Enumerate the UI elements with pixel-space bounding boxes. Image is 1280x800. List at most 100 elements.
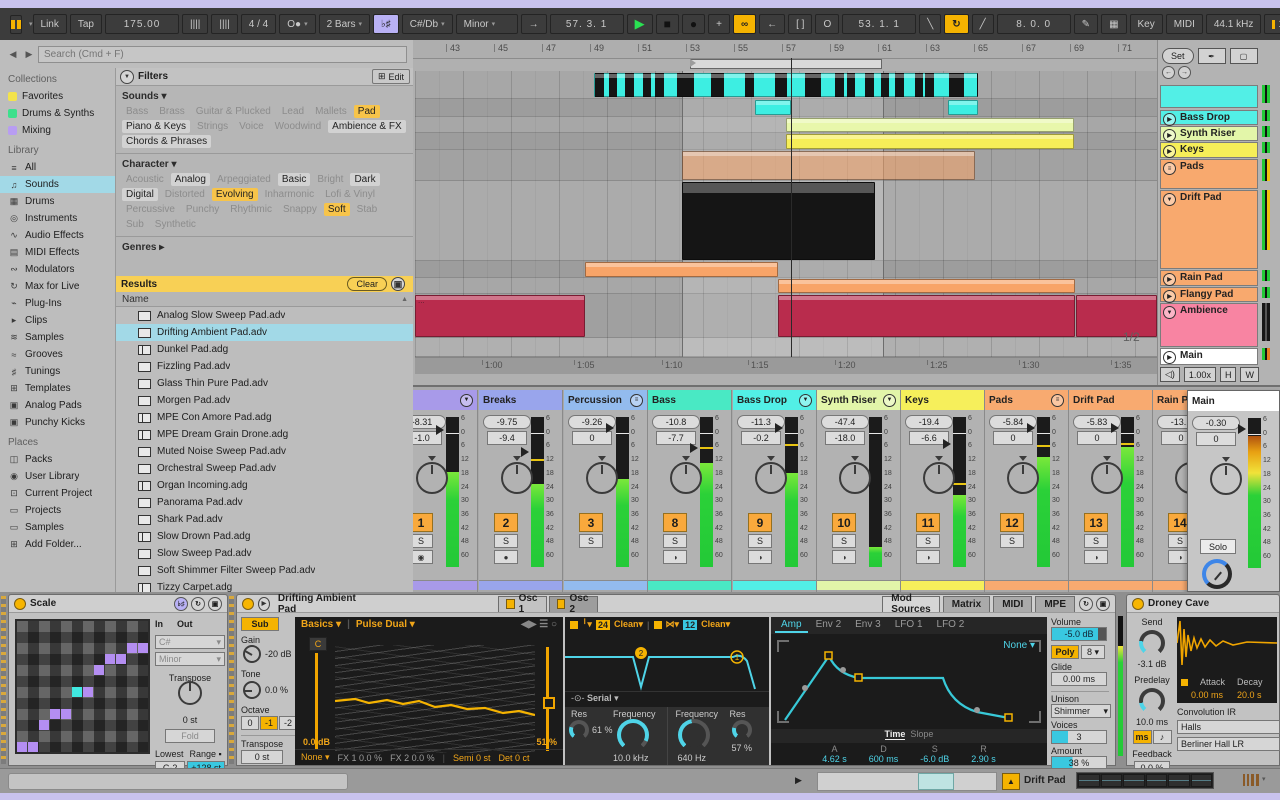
octave-button[interactable]: -1 (260, 716, 278, 730)
track-number-badge[interactable]: 2 (494, 513, 518, 532)
monitor-button[interactable]: ◑ (832, 550, 856, 564)
pan-knob[interactable] (923, 456, 955, 494)
device-fold-icon[interactable]: ▶ (258, 596, 270, 611)
filter-tag[interactable]: Sub (122, 218, 148, 231)
pencil-automation-icon[interactable]: ✒ (1197, 48, 1226, 64)
volume-handle[interactable] (775, 423, 783, 433)
time-ruler[interactable]: 1:00 1:05 1:10 1:15 1:20 1:25 1:30 1:35 (415, 357, 1157, 374)
adsr-field[interactable]: A 4.62 s (822, 744, 847, 765)
track-fold-icon[interactable]: ▼ (883, 393, 896, 407)
volume-handle[interactable] (1111, 423, 1119, 433)
solo-button[interactable]: S (1000, 534, 1024, 548)
sidebar-item-library[interactable]: ≈ Grooves (0, 346, 115, 363)
volume-handle[interactable] (1238, 424, 1246, 434)
octave-button[interactable]: 0 (241, 716, 259, 730)
browser-file-row[interactable]: Soft Shimmer Filter Sweep Pad.adv (116, 562, 414, 579)
osc-fx1-value[interactable]: FX 1 0.0 % (338, 753, 383, 763)
clip[interactable] (755, 100, 791, 115)
scale-root-menu[interactable]: C#/Db ▾ (401, 14, 453, 34)
volume-field[interactable]: 0 (993, 431, 1033, 445)
sidebar-item-place[interactable]: ⊡ Current Project (0, 485, 115, 502)
sidebar-item-library[interactable]: ⌁ Plug-Ins (0, 295, 115, 312)
filter-tag[interactable]: Dark (350, 173, 380, 186)
sounds-filter-group-title[interactable]: Sounds ▾ (116, 86, 414, 104)
sidebar-item-collection[interactable]: Mixing (0, 122, 115, 139)
clip[interactable] (682, 151, 975, 180)
adsr-field[interactable]: S -6.0 dB (920, 744, 949, 765)
sidebar-item-library[interactable]: ▣ Punchy Kicks (0, 414, 115, 431)
play-button[interactable]: ▶ (626, 14, 653, 34)
filter-tag[interactable]: Lofi & Vinyl (321, 188, 379, 201)
scale-grid-cell[interactable] (39, 720, 49, 730)
mixer-track-header[interactable]: Breaks (479, 390, 562, 410)
device-on-toggle[interactable] (242, 597, 254, 610)
filter-tag[interactable]: Digital (122, 188, 158, 201)
pan-knob[interactable] (416, 456, 448, 494)
draw-mode-button[interactable]: ✎ (1073, 14, 1099, 34)
volume-field[interactable]: 0 (572, 431, 612, 445)
sub-osc-toggle[interactable]: Sub (241, 617, 279, 631)
peak-level-display[interactable]: -0.30 (1192, 416, 1240, 430)
sort-ascending-icon[interactable]: ▲ (401, 296, 408, 303)
crossfade-assign-strip[interactable] (901, 580, 984, 590)
adsr-field[interactable]: D 600 ms (869, 744, 899, 765)
filter2-enable-checkbox[interactable] (653, 620, 662, 629)
browser-file-row[interactable]: MPE Con Amore Pad.adg (116, 409, 414, 426)
prev-marker-icon[interactable]: ← (1162, 66, 1175, 79)
mixer-track-header[interactable]: Keys (901, 390, 984, 410)
browser-file-row[interactable]: Glass Thin Pure Pad.adv (116, 375, 414, 392)
env-tab[interactable]: Env 3 (849, 618, 887, 633)
filter2-freq-value[interactable]: 640 Hz (678, 753, 707, 763)
filter2-mode-menu[interactable]: Clean▾ (701, 619, 730, 630)
solo-button[interactable]: Solo (1200, 539, 1236, 554)
track-header[interactable]: ▶ Synth Riser (1160, 126, 1258, 142)
hot-swap-icon[interactable]: ↻ (191, 596, 205, 611)
mixer-track-header[interactable]: Synth Riser ▼ (817, 390, 900, 410)
pan-knob[interactable] (1007, 456, 1039, 494)
device-on-toggle[interactable] (14, 597, 26, 610)
osc-enable-checkbox[interactable] (557, 599, 566, 609)
chain-select-up-icon[interactable]: ▲ (1002, 773, 1020, 790)
filter-tag[interactable]: Bass (122, 105, 152, 118)
save-search-icon[interactable]: ▣ (391, 277, 405, 291)
device-chain-thumbnails[interactable] (1076, 772, 1214, 789)
scale-grid-cell[interactable] (94, 665, 104, 675)
browser-file-row[interactable]: Panorama Pad.adv (116, 494, 414, 511)
volume-handle[interactable] (943, 439, 951, 449)
filter-tag[interactable]: Distorted (161, 188, 209, 201)
search-input[interactable] (38, 45, 407, 63)
scale-name-menu[interactable]: Minor ▾ (455, 14, 518, 34)
crossfade-assign-strip[interactable] (817, 580, 900, 590)
record-button[interactable]: ● (681, 14, 706, 34)
sidebar-item-library[interactable]: ▸ Clips (0, 312, 115, 329)
wavetable-name-menu[interactable]: Pulse Dual ▾ (356, 619, 415, 630)
gain-value[interactable]: -20 dB (265, 649, 292, 659)
loop-button[interactable]: ↻ (944, 14, 969, 34)
filter-tag[interactable]: Arpeggiated (213, 173, 275, 186)
transpose-field[interactable]: 0 st (241, 750, 283, 764)
filter1-slope-badge[interactable]: 24 (595, 619, 610, 630)
track-lane[interactable] (415, 338, 1157, 357)
scale-grid-cell[interactable] (61, 709, 71, 719)
mod-page-tab[interactable]: MPE (1035, 595, 1075, 612)
filter-tag[interactable]: Bright (313, 173, 347, 186)
track-number-badge[interactable]: 12 (1000, 513, 1024, 532)
voices-field[interactable]: 3 (1051, 730, 1107, 744)
track-header[interactable] (1160, 85, 1258, 108)
browser-file-row[interactable]: MPE Dream Grain Drone.adg (116, 426, 414, 443)
filter1-enable-checkbox[interactable] (570, 620, 578, 629)
filter-tag[interactable]: Piano & Keys (122, 120, 191, 133)
osc-tab[interactable]: Osc 2 (549, 593, 599, 615)
filter1-res-value[interactable]: 61 % (592, 725, 613, 735)
filter1-mode-menu[interactable]: Clean▾ (614, 619, 643, 630)
sidebar-item-library[interactable]: ♯ Tunings (0, 363, 115, 380)
punch-out-button[interactable]: ╱ (971, 14, 994, 34)
filter-tag[interactable]: Pad (353, 105, 380, 118)
osc-effect-mode-menu[interactable]: None ▾ (301, 752, 330, 763)
env-mod-target-menu[interactable]: None ▾ (1003, 640, 1035, 651)
sub-note-display[interactable]: C (309, 637, 327, 651)
sidebar-item-library[interactable]: ▣ Analog Pads (0, 397, 115, 414)
name-column-header[interactable]: Name ▲ (116, 292, 414, 307)
predelay-knob[interactable] (1139, 688, 1165, 714)
crossfade-assign-strip[interactable] (733, 580, 816, 590)
